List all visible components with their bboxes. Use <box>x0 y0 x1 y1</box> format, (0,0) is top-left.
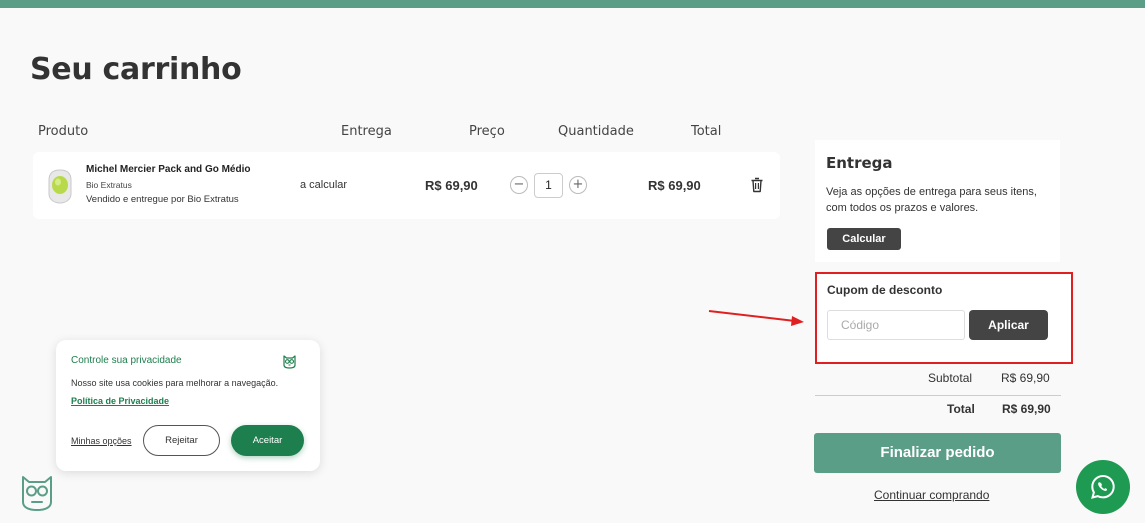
shipping-description: Veja as opções de entrega para seus iten… <box>826 186 1037 214</box>
apply-coupon-button[interactable]: Aplicar <box>969 310 1048 340</box>
reject-cookies-button[interactable]: Rejeitar <box>143 425 220 456</box>
quantity-input[interactable]: 1 <box>534 173 563 198</box>
owl-logo-icon[interactable] <box>20 472 54 512</box>
shipping-card: Entrega Veja as opções de entrega para s… <box>815 140 1060 262</box>
privacy-policy-link[interactable]: Política de Privacidade <box>71 396 169 406</box>
shipping-title: Entrega <box>826 154 893 172</box>
summary-divider <box>815 395 1061 396</box>
whatsapp-icon <box>1091 474 1115 499</box>
cookie-banner: Controle sua privacidade Nosso site usa … <box>56 340 320 471</box>
quantity-increase-button[interactable]: + <box>569 176 587 194</box>
coupon-card: Cupom de desconto Código Aplicar <box>815 272 1073 364</box>
red-arrow-annotation <box>708 310 804 326</box>
header-delivery: Entrega <box>341 124 392 139</box>
product-name[interactable]: Michel Mercier Pack and Go Médio <box>86 164 251 175</box>
cookie-options-link[interactable]: Minhas opções <box>71 436 132 446</box>
top-bar <box>0 0 1145 8</box>
coupon-code-input[interactable]: Código <box>827 310 965 340</box>
header-total: Total <box>691 124 722 139</box>
cookie-text: Nosso site usa cookies para melhorar a n… <box>71 378 279 388</box>
continue-shopping-link[interactable]: Continuar comprando <box>874 488 989 502</box>
calculate-shipping-button[interactable]: Calcular <box>827 228 901 250</box>
subtotal-label: Subtotal <box>928 371 973 385</box>
cookie-title: Controle sua privacidade <box>71 355 182 366</box>
cart-item-row: Michel Mercier Pack and Go Médio Bio Ext… <box>33 152 780 219</box>
header-price: Preço <box>469 124 505 139</box>
total-label: Total <box>947 402 975 416</box>
product-total: R$ 69,90 <box>648 178 701 193</box>
whatsapp-button[interactable] <box>1076 460 1130 514</box>
checkout-button[interactable]: Finalizar pedido <box>814 433 1061 473</box>
product-brand: Bio Extratus <box>86 180 132 190</box>
product-delivery: a calcular <box>300 179 348 191</box>
header-quantity: Quantidade <box>558 124 634 139</box>
trash-icon[interactable] <box>750 177 764 193</box>
total-value: R$ 69,90 <box>1002 402 1051 416</box>
product-image[interactable] <box>47 168 73 204</box>
product-seller: Vendido e entregue por Bio Extratus <box>86 194 239 205</box>
owl-icon <box>283 355 296 369</box>
quantity-decrease-button[interactable]: − <box>510 176 528 194</box>
header-product: Produto <box>38 124 89 139</box>
coupon-title: Cupom de desconto <box>827 283 943 297</box>
accept-cookies-button[interactable]: Aceitar <box>231 425 304 456</box>
subtotal-value: R$ 69,90 <box>1001 371 1050 385</box>
product-price: R$ 69,90 <box>425 178 478 193</box>
page-title: Seu carrinho <box>30 52 242 87</box>
